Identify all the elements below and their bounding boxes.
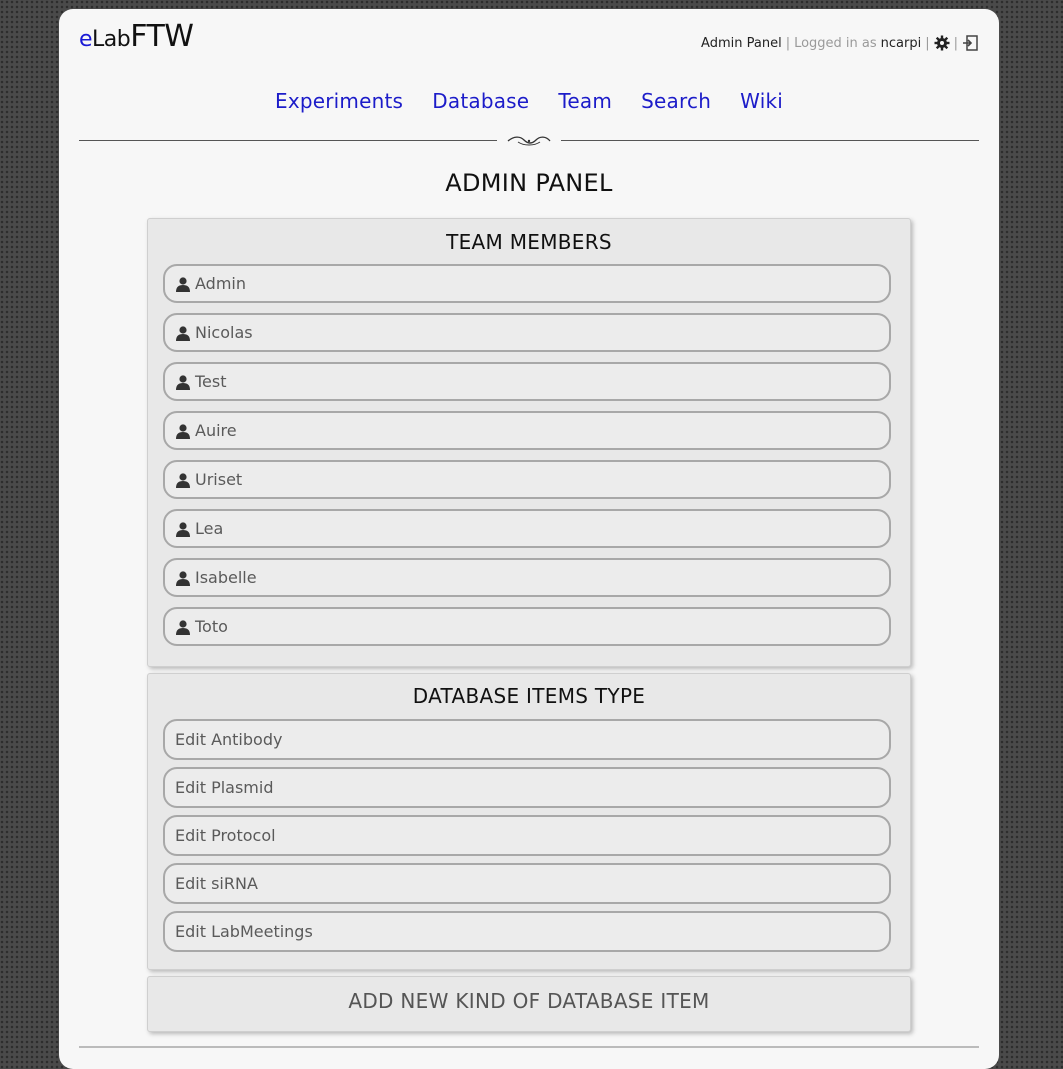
nav-team[interactable]: Team [558,89,612,113]
team-member-name: Toto [195,617,228,636]
edit-item-type-link[interactable]: Edit Plasmid [163,767,891,808]
footer-divider [79,1046,979,1048]
edit-item-type-label: Edit siRNA [175,874,258,893]
team-member-name: Test [195,372,227,391]
user-icon [175,570,191,586]
flourish-icon [507,136,551,146]
user-icon [175,472,191,488]
team-member-item[interactable]: Isabelle [163,558,891,597]
edit-item-type-link[interactable]: Edit LabMeetings [163,911,891,952]
nav-database[interactable]: Database [432,89,529,113]
user-icon [175,619,191,635]
nav-wiki[interactable]: Wiki [740,89,783,113]
admin-panel-link[interactable]: Admin Panel [701,36,782,51]
database-items-title: DATABASE ITEMS TYPE [412,684,646,708]
separator: | [785,35,791,51]
team-member-name: Nicolas [195,323,253,342]
team-members-panel: TEAM MEMBERS Admin Nicolas Test Auire Uriset… [147,218,911,667]
team-member-item[interactable]: Uriset [163,460,891,499]
logout-icon[interactable] [962,35,979,51]
user-bar: Admin Panel | Logged in as ncarpi | | [701,35,979,51]
page-container: eLabFTW Admin Panel | Logged in as ncarp… [59,9,999,1069]
team-members-title: TEAM MEMBERS [446,230,612,254]
edit-item-type-link[interactable]: Edit Protocol [163,815,891,856]
main-nav: Experiments Database Team Search Wiki [59,89,999,113]
add-new-item-type-button[interactable]: ADD NEW KIND OF DATABASE ITEM [147,976,911,1032]
logo-lab: Lab [92,27,131,52]
separator: | [925,35,930,51]
user-icon [175,374,191,390]
add-new-item-type-label: ADD NEW KIND OF DATABASE ITEM [348,989,710,1013]
logged-in-as-label: Logged in as [794,35,877,51]
database-items-panel: DATABASE ITEMS TYPE Edit Antibody Edit Pl… [147,673,911,970]
username-link[interactable]: ncarpi [881,36,922,51]
edit-item-type-label: Edit Antibody [175,730,283,749]
nav-experiments[interactable]: Experiments [275,89,403,113]
team-member-name: Auire [195,421,237,440]
team-member-item[interactable]: Toto [163,607,891,646]
separator: | [953,35,958,51]
ornamental-divider [79,135,979,147]
edit-item-type-link[interactable]: Edit Antibody [163,719,891,760]
team-member-item[interactable]: Admin [163,264,891,303]
logo-e: e [79,27,93,52]
team-member-item[interactable]: Nicolas [163,313,891,352]
app-logo[interactable]: eLabFTW [79,19,194,54]
team-member-name: Uriset [195,470,243,489]
edit-item-type-link[interactable]: Edit siRNA [163,863,891,904]
edit-item-type-label: Edit Protocol [175,826,276,845]
nav-search[interactable]: Search [641,89,711,113]
gear-icon[interactable] [934,35,950,51]
team-member-item[interactable]: Auire [163,411,891,450]
edit-item-type-label: Edit Plasmid [175,778,274,797]
team-member-item[interactable]: Lea [163,509,891,548]
logo-ftw: FTW [130,19,194,54]
team-member-name: Lea [195,519,224,538]
edit-item-type-label: Edit LabMeetings [175,922,313,941]
user-icon [175,423,191,439]
user-icon [175,276,191,292]
team-member-name: Admin [195,274,246,293]
team-member-name: Isabelle [195,568,257,587]
page-title: ADMIN PANEL [445,169,613,197]
team-member-item[interactable]: Test [163,362,891,401]
user-icon [175,325,191,341]
user-icon [175,521,191,537]
